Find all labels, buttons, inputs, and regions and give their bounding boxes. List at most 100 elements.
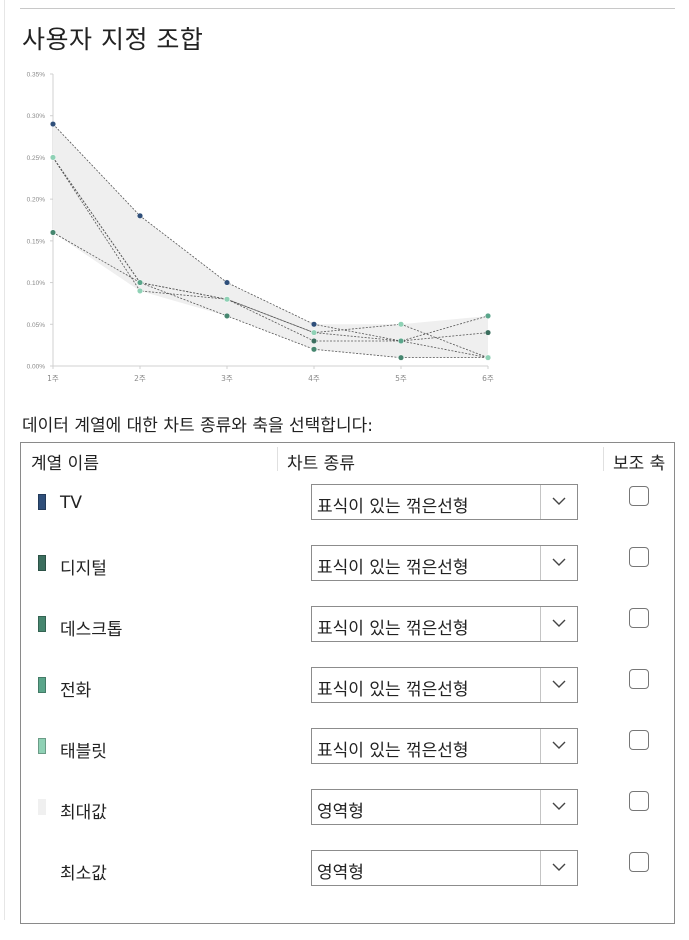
series-point — [136, 287, 144, 294]
series-point — [49, 121, 57, 128]
series-point — [49, 229, 57, 236]
x-tick-label: 2주 — [134, 374, 146, 383]
y-tick-label: 0.00% — [27, 364, 46, 371]
series-name: 디지털 — [60, 559, 107, 579]
x-tick-label: 4주 — [308, 374, 320, 383]
series-name: 태블릿 — [60, 742, 107, 762]
chart-type-dropdown[interactable]: 표식이 있는 꺾은선형 — [311, 728, 578, 764]
line-chart: 0.00% 0.05% 0.10% 0.15% 0.20% 0.25% 0.30% 0.35%… — [27, 72, 494, 384]
chart-type-value: 영역형 — [317, 863, 364, 883]
secondary-axis-checkbox[interactable] — [629, 791, 649, 811]
chart-type-dropdown[interactable]: 표식이 있는 꺾은선형 — [311, 484, 578, 520]
secondary-axis-checkbox[interactable] — [629, 730, 649, 750]
series-point — [223, 279, 231, 286]
x-tick-label: 6주 — [482, 374, 494, 383]
y-tick-label: 0.30% — [27, 113, 46, 120]
series-instruction: 데이터 계열에 대한 차트 종류와 축을 선택합니다: — [22, 416, 373, 436]
chevron-down-icon — [552, 802, 566, 810]
dropdown-toggle-button[interactable] — [540, 851, 577, 885]
chart-type-dropdown[interactable]: 표식이 있는 꺾은선형 — [311, 545, 578, 581]
chart-type-dropdown[interactable]: 표식이 있는 꺾은선형 — [311, 606, 578, 642]
series-row: TV 표식이 있는 꺾은선형 — [21, 484, 674, 524]
chart-preview: 0.00% 0.05% 0.10% 0.15% 0.20% 0.25% 0.30% 0.35%… — [20, 63, 502, 402]
series-row: 데스크톱 표식이 있는 꺾은선형 — [21, 606, 674, 646]
chevron-down-icon — [552, 680, 566, 688]
series-point — [136, 212, 144, 219]
dialog-title: 사용자 지정 조합 — [22, 25, 204, 54]
series-name: 전화 — [60, 681, 92, 701]
chevron-down-icon — [552, 497, 566, 505]
chart-type-value: 표식이 있는 꺾은선형 — [317, 741, 469, 761]
x-tick-label: 1주 — [47, 374, 59, 383]
dropdown-toggle-button[interactable] — [540, 790, 577, 824]
dropdown-toggle-button[interactable] — [540, 668, 577, 702]
chart-type-value: 표식이 있는 꺾은선형 — [317, 680, 469, 700]
chart-type-dropdown[interactable]: 표식이 있는 꺾은선형 — [311, 667, 578, 703]
series-color-swatch — [38, 555, 46, 571]
dropdown-toggle-button[interactable] — [540, 729, 577, 763]
series-point — [310, 337, 318, 345]
series-point — [484, 329, 492, 336]
header-divider[interactable] — [603, 447, 604, 471]
series-point — [397, 321, 405, 328]
chart-type-value: 영역형 — [317, 802, 364, 822]
series-color-swatch — [38, 677, 46, 693]
series-row: 태블릿 표식이 있는 꺾은선형 — [21, 728, 674, 768]
header-series-name: 계열 이름 — [31, 454, 99, 474]
series-row: 디지털 표식이 있는 꺾은선형 — [21, 545, 674, 585]
series-name: TV — [60, 493, 83, 513]
series-color-swatch — [38, 799, 46, 815]
series-color-swatch — [38, 738, 46, 754]
y-tick-label: 0.20% — [27, 197, 46, 204]
header-divider[interactable] — [277, 447, 278, 471]
series-name: 최대값 — [60, 803, 107, 823]
top-divider — [20, 8, 675, 9]
chart-type-dropdown[interactable]: 영역형 — [311, 850, 578, 886]
dropdown-toggle-button[interactable] — [540, 607, 577, 641]
secondary-axis-checkbox[interactable] — [629, 852, 649, 872]
y-tick-label: 0.10% — [27, 280, 46, 287]
series-point — [49, 154, 57, 161]
secondary-axis-checkbox[interactable] — [629, 608, 649, 628]
dropdown-toggle-button[interactable] — [540, 546, 577, 580]
series-point — [397, 337, 405, 345]
y-tick-label: 0.25% — [27, 155, 46, 162]
series-color-swatch — [38, 494, 46, 510]
series-name: 최소값 — [60, 864, 107, 884]
chart-type-value: 표식이 있는 꺾은선형 — [317, 619, 469, 639]
x-tick-label: 5주 — [395, 374, 407, 383]
y-tick-label: 0.35% — [27, 72, 46, 79]
dialog-left-border — [4, 0, 5, 920]
series-point — [484, 312, 492, 319]
series-color-swatch — [38, 860, 46, 876]
series-row: 최소값 영역형 — [21, 850, 674, 890]
chevron-down-icon — [552, 741, 566, 749]
series-color-swatch — [38, 616, 46, 632]
dropdown-toggle-button[interactable] — [540, 485, 577, 519]
series-row: 최대값 영역형 — [21, 789, 674, 829]
secondary-axis-checkbox[interactable] — [629, 486, 649, 506]
series-point — [310, 321, 318, 328]
header-chart-type: 차트 종류 — [287, 454, 355, 474]
chart-type-value: 표식이 있는 꺾은선형 — [317, 497, 469, 517]
secondary-axis-checkbox[interactable] — [629, 669, 649, 689]
chevron-down-icon — [552, 619, 566, 627]
range-band-area — [53, 124, 488, 358]
chart-type-dropdown[interactable]: 영역형 — [311, 789, 578, 825]
series-point — [484, 354, 492, 361]
chart-type-value: 표식이 있는 꺾은선형 — [317, 558, 469, 578]
series-point — [223, 296, 231, 303]
series-point — [136, 279, 144, 286]
secondary-axis-checkbox[interactable] — [629, 547, 649, 567]
series-point — [397, 354, 405, 361]
series-point — [310, 346, 318, 353]
header-secondary-axis: 보조 축 — [613, 454, 666, 474]
series-point — [223, 312, 231, 319]
x-tick-label: 3주 — [221, 374, 233, 383]
series-table: 계열 이름 차트 종류 보조 축 TV 표식이 있는 꺾은선형 디지털 표식이 있는 … — [20, 442, 675, 924]
chevron-down-icon — [552, 558, 566, 566]
chevron-down-icon — [552, 863, 566, 871]
y-tick-label: 0.05% — [27, 322, 46, 329]
series-name: 데스크톱 — [60, 620, 123, 640]
series-row: 전화 표식이 있는 꺾은선형 — [21, 667, 674, 707]
